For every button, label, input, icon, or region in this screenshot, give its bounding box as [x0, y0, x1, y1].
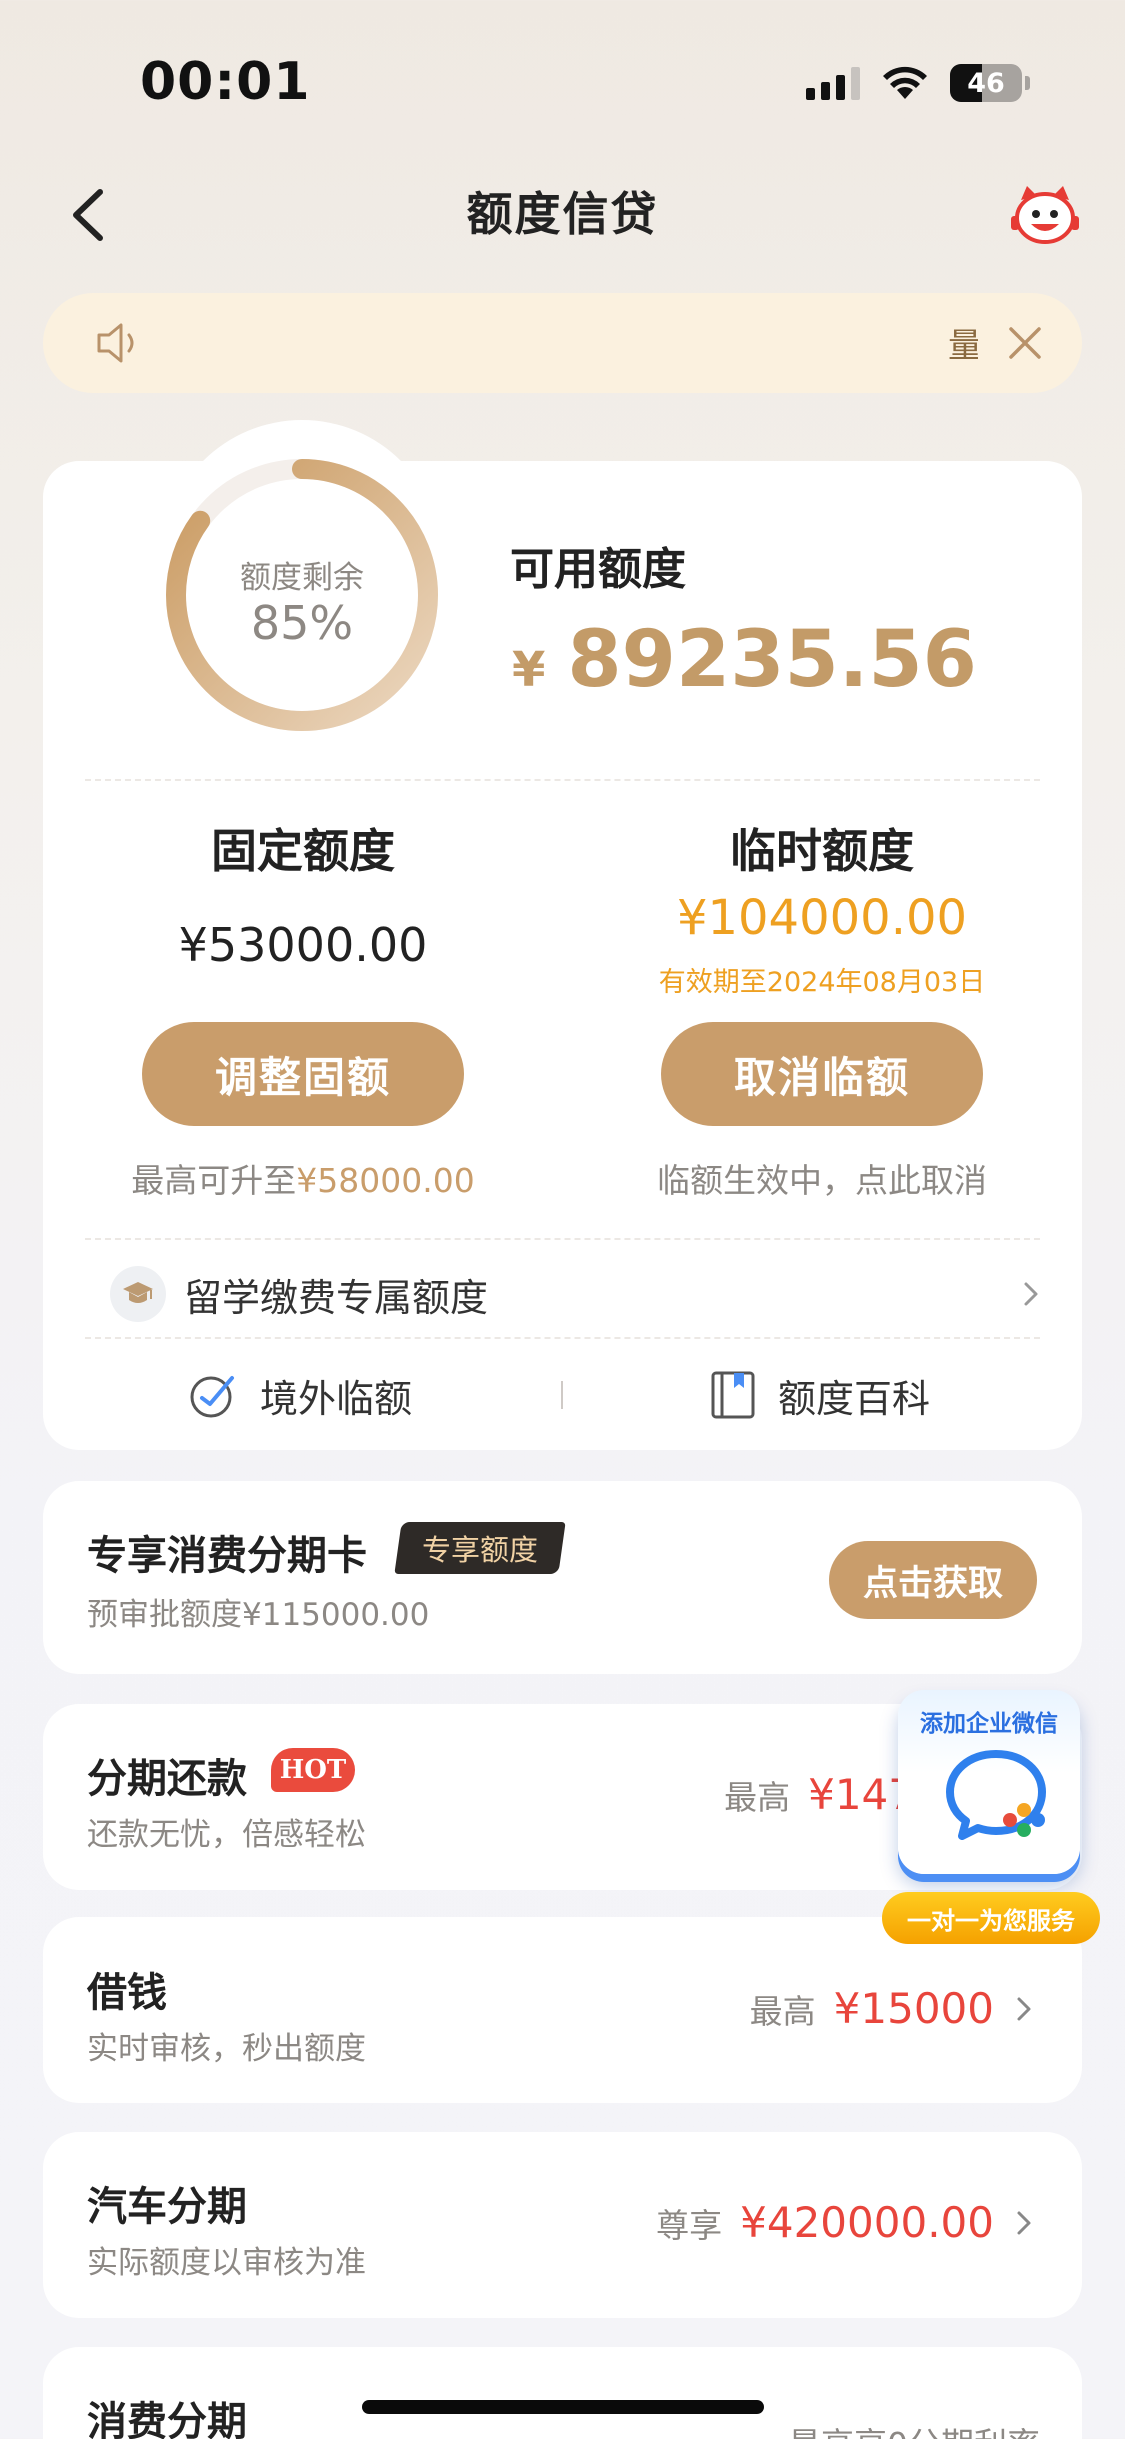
gauge-label: 额度剩余 [240, 560, 364, 596]
car-loan-subtitle: 实际额度以审核为准 [87, 2245, 366, 2281]
adjust-fixed-quota-button[interactable]: 调整固额 [142, 1022, 464, 1126]
divider [85, 1238, 1040, 1240]
temp-cancel-note[interactable]: 临额生效中，点此取消 [592, 1154, 1052, 1202]
currency-symbol: ¥ [512, 642, 546, 698]
battery-icon: 46 [950, 64, 1022, 102]
temp-quota-validity: 有效期至2024年08月03日 [658, 967, 986, 998]
car-loan-title: 汽车分期 [87, 2184, 247, 2230]
installment-repay-prefix: 最高 [724, 1777, 791, 1817]
installment-repay-subtitle: 还款无忧，倍感轻松 [87, 1817, 366, 1853]
chevron-right-icon [1017, 2211, 1031, 2234]
wechat-service-label: 一对一为您服务 [882, 1892, 1100, 1944]
consumer-installment-title: 消费分期 [87, 2399, 247, 2439]
page-title: 额度信贷 [466, 187, 659, 241]
status-icons: 46 [806, 58, 1030, 108]
graduation-cap-icon [110, 1266, 166, 1322]
installment-repay-title: 分期还款 [87, 1756, 247, 1802]
home-indicator [362, 2400, 764, 2414]
fixed-upgrade-note-amount: ¥58000.00 [296, 1161, 475, 1200]
divider [85, 1337, 1040, 1339]
borrow-amount: ¥15000 [833, 1984, 994, 2033]
close-icon[interactable] [1001, 319, 1049, 367]
wechat-float-title: 添加企业微信 [920, 1711, 1058, 1737]
fixed-quota-amount: ¥53000.00 [178, 918, 428, 972]
cellular-signal-icon [806, 66, 860, 100]
plane-globe-icon [190, 1376, 234, 1418]
available-amount-value: 89235.56 [567, 615, 977, 705]
quota-wiki-link[interactable]: 额度百科 [710, 1365, 930, 1425]
notice-scroll-text: 量 [948, 326, 978, 366]
speaker-icon [97, 323, 134, 363]
battery-level: 46 [967, 67, 1005, 99]
quota-wiki-label: 额度百科 [778, 1376, 931, 1421]
study-abroad-quota-row[interactable]: 留学缴费专属额度 [110, 1266, 1040, 1322]
link-divider [561, 1381, 563, 1409]
wechat-work-icon [946, 1750, 1046, 1840]
temp-quota-amount: ¥104000.00 [676, 890, 968, 946]
car-loan-prefix: 尊享 [656, 2205, 723, 2245]
hot-badge: HOT [271, 1748, 355, 1792]
wechat-card: 添加企业微信 [898, 1690, 1080, 1874]
chevron-right-icon [1017, 1997, 1031, 2020]
borrow-amount-group: 最高 ¥15000 [750, 1984, 1032, 2033]
available-label: 可用额度 [510, 544, 686, 595]
wifi-icon [883, 66, 927, 99]
cancel-temp-quota-button[interactable]: 取消临额 [661, 1022, 983, 1126]
temp-quota-title: 临时额度 [730, 824, 914, 878]
exclusive-card-title: 专享消费分期卡 [87, 1533, 367, 1579]
consumer-installment-note-group: 最高享0分期利率 [788, 2418, 1040, 2439]
consumer-installment-note: 最高享0分期利率 [788, 2418, 1040, 2439]
divider [85, 779, 1040, 781]
fixed-quota-title: 固定额度 [211, 824, 395, 878]
overseas-temp-quota-label: 境外临额 [260, 1376, 413, 1421]
car-loan-amount-group: 尊享 ¥420000.00 [656, 2198, 1032, 2247]
fixed-upgrade-note: 最高可升至¥58000.00 [73, 1154, 533, 1202]
status-time: 00:01 [140, 52, 311, 112]
chevron-right-icon [1024, 1282, 1038, 1306]
car-loan-amount: ¥420000.00 [740, 2198, 994, 2247]
exclusive-quota-badge: 专享额度 [394, 1522, 566, 1574]
overseas-temp-quota-link[interactable]: 境外临额 [188, 1365, 412, 1425]
mascot-service-button[interactable] [1009, 180, 1081, 252]
borrow-prefix: 最高 [749, 1991, 816, 2031]
exclusive-quota-badge-text: 专享额度 [422, 1533, 539, 1567]
borrow-title: 借钱 [87, 1970, 167, 2016]
exclusive-card-subtitle: 预审批额度¥115000.00 [87, 1597, 430, 1633]
fixed-upgrade-note-prefix: 最高可升至 [131, 1161, 297, 1200]
mascot-icon [1011, 186, 1079, 244]
gauge-percent: 85% [250, 596, 354, 650]
wechat-service-float[interactable]: 添加企业微信 一对一为您服务 [882, 1690, 1100, 1945]
book-icon [711, 1371, 755, 1419]
study-abroad-label: 留学缴费专属额度 [184, 1275, 489, 1320]
available-amount: ¥89235.56 [512, 615, 977, 705]
get-exclusive-card-button[interactable]: 点击获取 [829, 1541, 1037, 1619]
notice-bar[interactable]: 量 [43, 293, 1082, 393]
borrow-subtitle: 实时审核，秒出额度 [87, 2031, 366, 2067]
